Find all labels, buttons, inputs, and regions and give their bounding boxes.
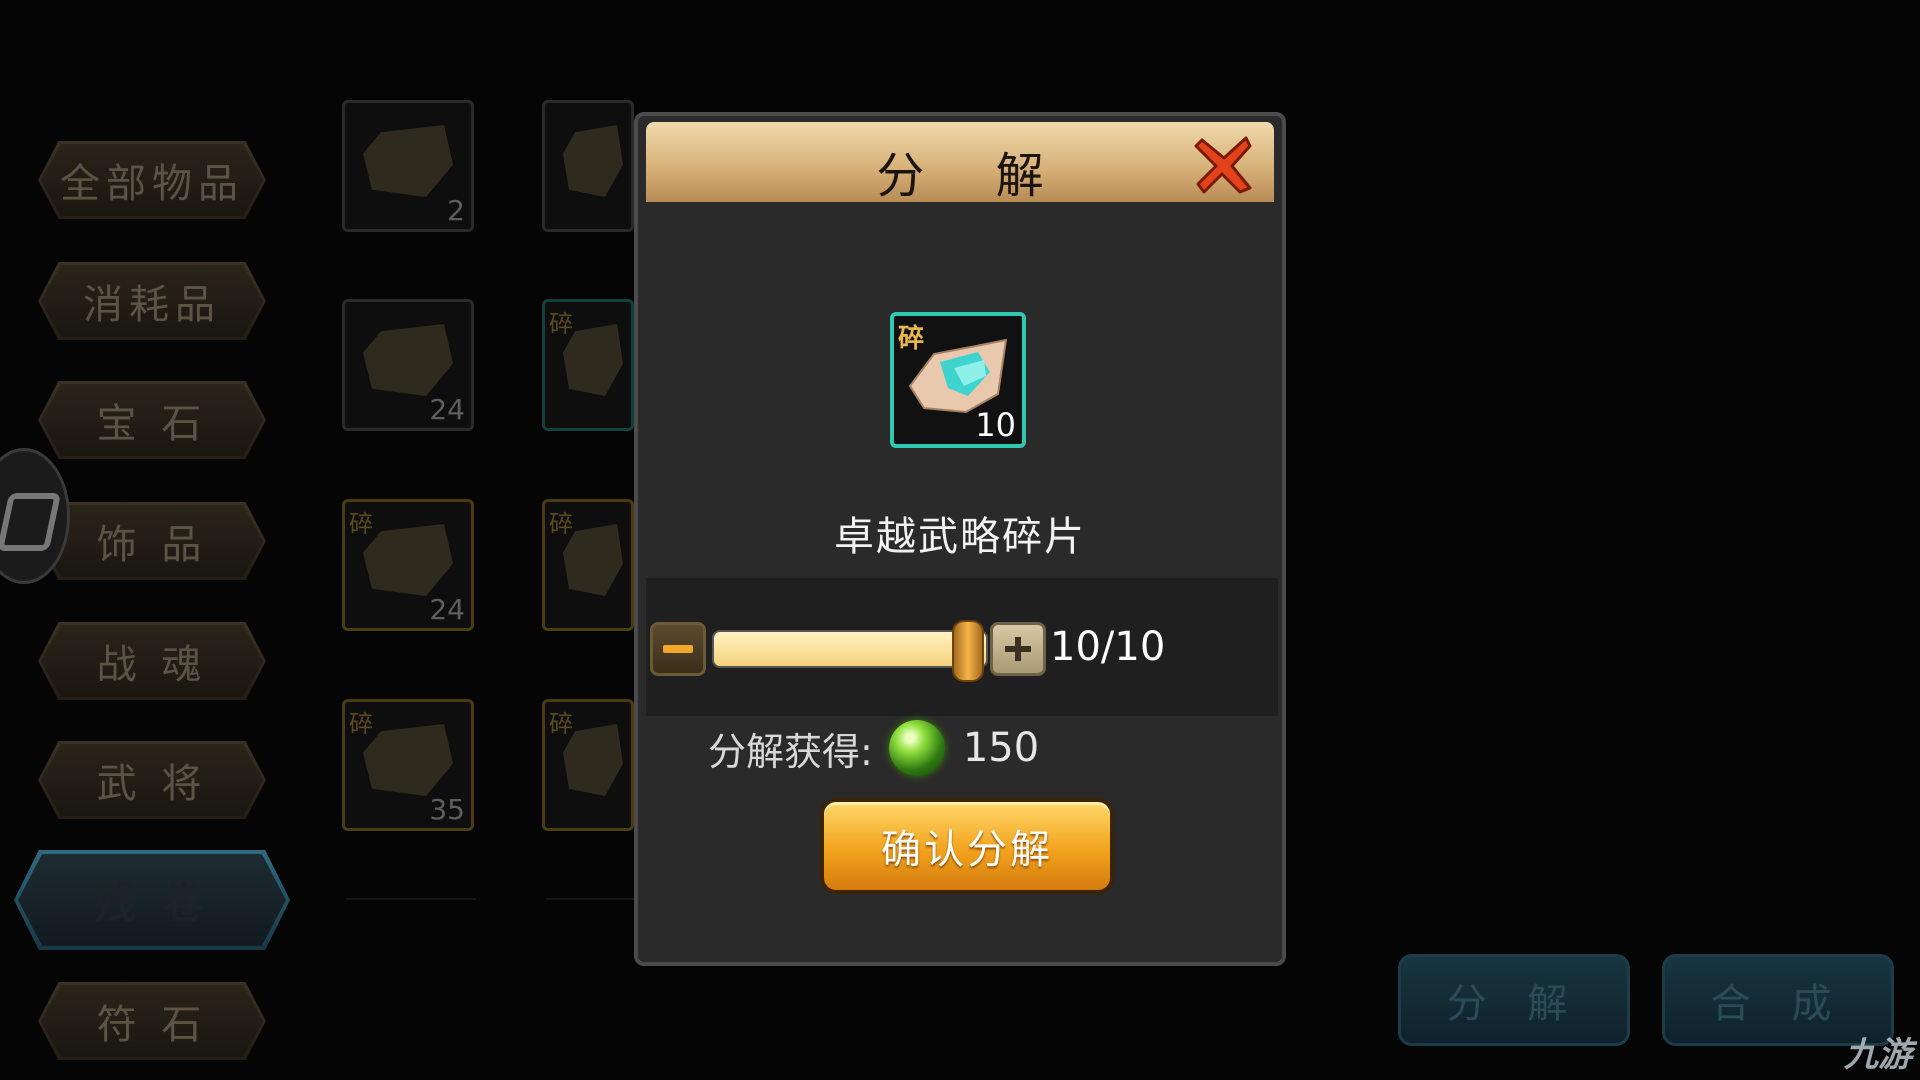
category-accessories[interactable]: 饰 品 — [38, 502, 266, 580]
item-count: 35 — [429, 793, 465, 826]
decompose-dialog: 分 解 碎 10 卓越武略碎片 10/10 分解获得: 150 确认分解 — [634, 112, 1286, 966]
increase-quantity-button[interactable] — [990, 622, 1046, 676]
fragment-item-icon — [363, 125, 453, 197]
inventory-slot[interactable] — [542, 100, 634, 232]
item-count: 24 — [429, 393, 465, 426]
reward-row: 分解获得: 150 — [708, 720, 1039, 776]
category-fragments[interactable]: 残 卷 — [14, 850, 290, 950]
inventory-slot[interactable]: 碎 35 — [342, 699, 474, 831]
fragment-tag: 碎 — [549, 510, 573, 538]
item-count: 10 — [975, 406, 1016, 444]
category-consumables[interactable]: 消耗品 — [38, 262, 266, 340]
category-label: 宝 石 — [96, 401, 208, 447]
quantity-slider-handle[interactable] — [952, 620, 984, 682]
item-name: 卓越武略碎片 — [834, 514, 1086, 560]
grid-divider — [346, 898, 476, 900]
synthesize-button-label: 合 成 — [1710, 981, 1846, 1027]
quantity-readout: 10/10 — [1050, 624, 1166, 670]
inventory-slot[interactable]: 碎 24 — [342, 499, 474, 631]
fragment-item-icon — [363, 324, 453, 396]
inventory-slot[interactable]: 碎 — [542, 299, 634, 431]
decrease-quantity-button[interactable] — [650, 622, 706, 676]
fragment-tag: 碎 — [549, 310, 573, 338]
decompose-button-label: 分 解 — [1446, 981, 1582, 1027]
dialog-title: 分 解 — [876, 148, 1072, 204]
selected-item-slot: 碎 10 — [890, 312, 1026, 448]
category-generals[interactable]: 武 将 — [38, 741, 266, 819]
quantity-slider-fill — [714, 632, 986, 666]
fragment-item-icon — [363, 524, 453, 596]
category-label: 消耗品 — [83, 282, 221, 328]
category-label: 饰 品 — [96, 522, 208, 568]
category-label: 战 魂 — [96, 642, 208, 688]
fragment-tag: 碎 — [349, 510, 373, 538]
reward-value: 150 — [962, 725, 1040, 771]
reward-label: 分解获得: — [708, 729, 873, 774]
grid-divider — [546, 898, 634, 900]
quantity-slider-track[interactable] — [712, 630, 988, 668]
inventory-slot[interactable]: 24 — [342, 299, 474, 431]
inventory-slot[interactable]: 2 — [342, 100, 474, 232]
close-x-icon[interactable] — [1192, 132, 1256, 196]
green-orb-icon — [888, 720, 945, 776]
dialog-header: 分 解 — [646, 122, 1274, 204]
category-all-items[interactable]: 全部物品 — [38, 141, 266, 219]
inventory-slot[interactable]: 碎 — [542, 699, 634, 831]
inventory-slot[interactable]: 碎 — [542, 499, 634, 631]
confirm-button-label: 确认分解 — [881, 827, 1053, 873]
category-gems[interactable]: 宝 石 — [38, 381, 266, 459]
fragment-tag: 碎 — [549, 710, 573, 738]
category-runestones[interactable]: 符 石 — [38, 982, 266, 1060]
category-label: 残 卷 — [93, 878, 211, 928]
watermark-logo: 九游 — [1844, 1035, 1912, 1075]
category-label: 全部物品 — [60, 161, 244, 207]
fragment-item-icon — [363, 724, 453, 796]
category-label: 符 石 — [96, 1002, 208, 1048]
category-war-souls[interactable]: 战 魂 — [38, 622, 266, 700]
fragment-item-icon — [563, 125, 623, 197]
category-label: 武 将 — [96, 761, 208, 807]
confirm-decompose-button[interactable]: 确认分解 — [820, 798, 1114, 894]
quantity-slider-panel: 10/10 — [646, 578, 1278, 716]
item-count: 24 — [429, 593, 465, 626]
item-count: 2 — [447, 194, 465, 227]
decompose-button[interactable]: 分 解 — [1398, 954, 1630, 1046]
fragment-tag: 碎 — [349, 710, 373, 738]
